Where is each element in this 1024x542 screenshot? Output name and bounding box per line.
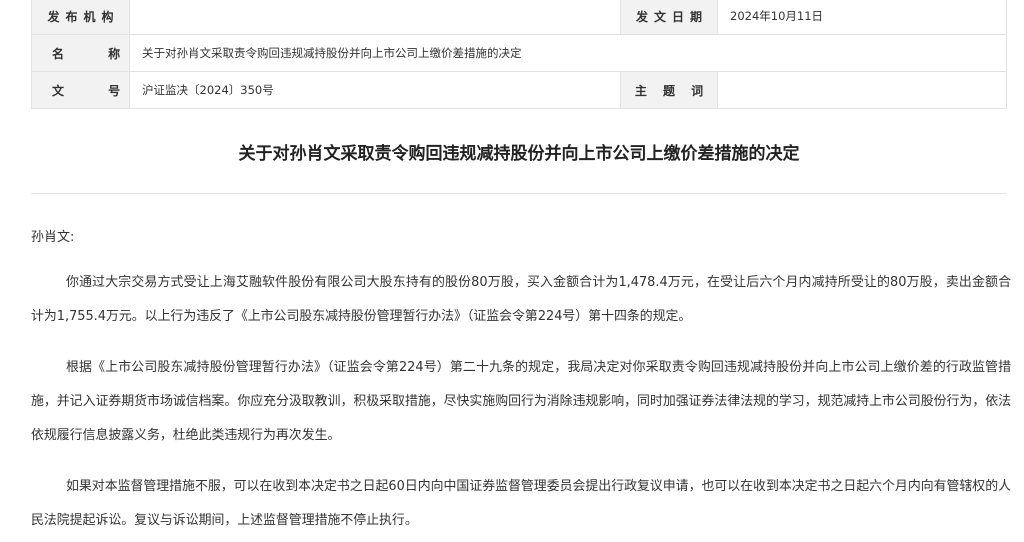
issuer-label: 发布机构	[31, 0, 130, 35]
subject-label: 主 题 词	[620, 71, 718, 109]
title-divider	[31, 193, 1006, 194]
body-paragraph-1: 你通过大宗交易方式受让上海艾融软件股份有限公司大股东持有的股份80万股，买入金额…	[31, 275, 1011, 324]
date-value: 2024年10月11日	[717, 0, 1007, 35]
salutation: 孙肖文:	[31, 230, 75, 245]
issuer-value	[129, 0, 621, 35]
body-paragraph-3: 如果对本监督管理措施不服，可以在收到本决定书之日起60日内向中国证券监督管理委员…	[31, 479, 1011, 528]
body-paragraph-2: 根据《上市公司股东减持股份管理暂行办法》（证监会令第224号）第二十九条的规定，…	[31, 360, 1011, 443]
document-title: 关于对孙肖文采取责令购回违规减持股份并向上市公司上缴价差措施的决定	[238, 144, 800, 164]
doc-no-value: 沪证监决〔2024〕350号	[129, 71, 621, 109]
document-metadata-table: 发布机构 发文日期 2024年10月11日 名 称 关于对孙肖文采取责令购回违规…	[31, 0, 1007, 109]
name-value: 关于对孙肖文采取责令购回违规减持股份并向上市公司上缴价差措施的决定	[129, 34, 1007, 72]
metadata-row-name: 名 称 关于对孙肖文采取责令购回违规减持股份并向上市公司上缴价差措施的决定	[31, 34, 1007, 72]
doc-no-label: 文 号	[31, 71, 130, 109]
metadata-row-issuer: 发布机构 发文日期 2024年10月11日	[31, 0, 1007, 35]
date-label: 发文日期	[620, 0, 718, 35]
metadata-row-doc-no: 文 号 沪证监决〔2024〕350号 主 题 词	[31, 71, 1007, 109]
name-label: 名 称	[31, 34, 130, 72]
document-page: 发布机构 发文日期 2024年10月11日 名 称 关于对孙肖文采取责令购回违规…	[0, 0, 1024, 542]
subject-value	[717, 71, 1007, 109]
